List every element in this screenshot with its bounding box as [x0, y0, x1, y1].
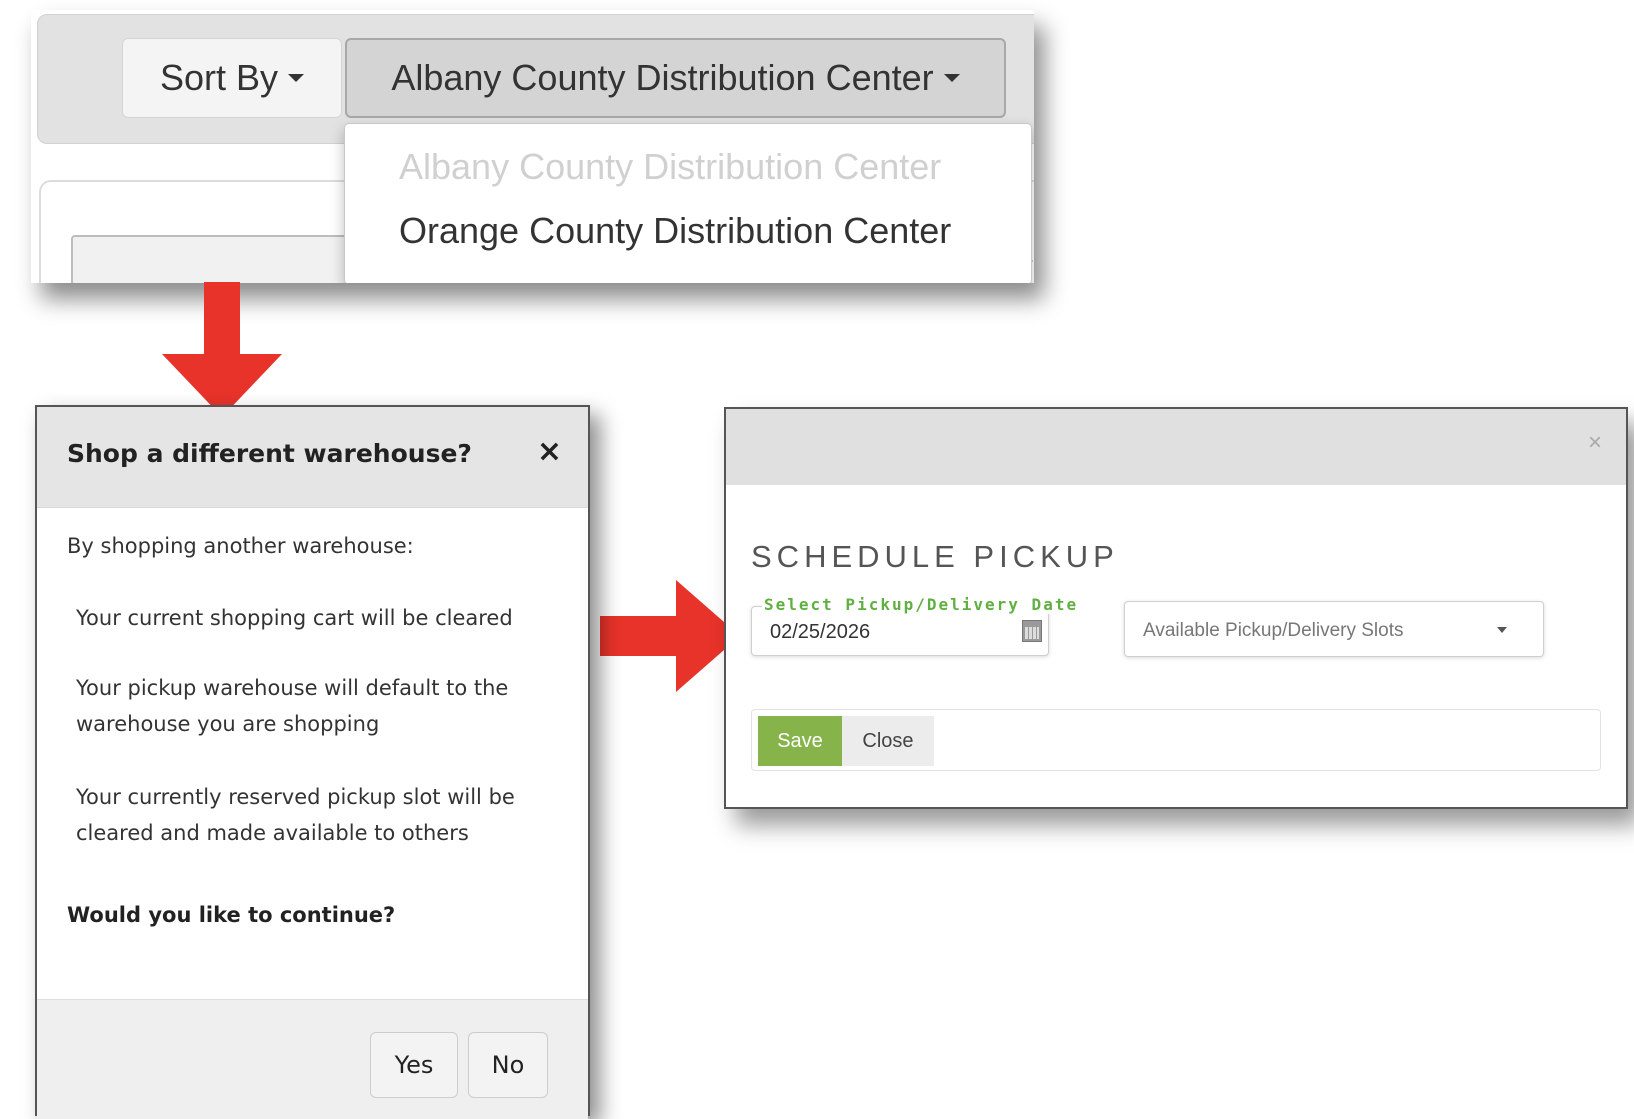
modal-footer: Yes No: [37, 999, 588, 1119]
no-button[interactable]: No: [468, 1032, 548, 1098]
dropdown-item-orange[interactable]: Orange County Distribution Center: [399, 210, 951, 252]
modal-question: Would you like to continue?: [67, 903, 396, 927]
dropdown-item-albany: Albany County Distribution Center: [399, 146, 942, 187]
arrow-right-shape: [600, 580, 740, 692]
date-field-label: Select Pickup/Delivery Date: [762, 595, 1081, 614]
pickup-date-field[interactable]: Select Pickup/Delivery Date 02/25/2026: [751, 595, 1081, 656]
modal-point-1: Your current shopping cart will be clear…: [76, 606, 513, 630]
caret-down-icon: [288, 74, 305, 82]
warehouse-selector-panel: s Sort By Albany County Distribution Cen…: [31, 10, 1034, 283]
modal-intro: By shopping another warehouse:: [67, 534, 414, 558]
arrow-down-icon: [162, 282, 282, 417]
close-icon[interactable]: ×: [1588, 431, 1602, 455]
location-dropdown-menu: Albany County Distribution Center Orange…: [344, 123, 1032, 283]
change-warehouse-modal: Shop a different warehouse? × By shoppin…: [35, 405, 590, 1119]
schedule-pickup-modal: × SCHEDULE PICKUP Select Pickup/Delivery…: [724, 407, 1628, 809]
calendar-icon[interactable]: [1022, 620, 1042, 642]
modal-point-3: Your currently reserved pickup slot will…: [76, 785, 515, 845]
slot-placeholder: Available Pickup/Delivery Slots: [1143, 620, 1404, 641]
modal-point-2: Your pickup warehouse will default to th…: [76, 676, 509, 736]
modal-title: Shop a different warehouse?: [67, 439, 472, 468]
modal-footer: Save Close: [751, 709, 1601, 771]
caret-down-icon: [943, 74, 960, 82]
modal-header: Shop a different warehouse? ×: [37, 407, 588, 508]
location-dropdown-button[interactable]: Albany County Distribution Center: [345, 38, 1006, 118]
location-label: Albany County Distribution Center: [391, 57, 934, 98]
arrow-down-shape: [162, 282, 282, 417]
modal-header: ×: [726, 409, 1626, 485]
close-button[interactable]: Close: [842, 716, 934, 766]
pickup-slot-select[interactable]: Available Pickup/Delivery Slots: [1124, 601, 1544, 657]
arrow-right-icon: [600, 580, 740, 692]
sort-by-button[interactable]: Sort By: [122, 38, 342, 118]
save-button[interactable]: Save: [758, 716, 842, 766]
date-value: 02/25/2026: [770, 621, 871, 643]
yes-button[interactable]: Yes: [370, 1032, 458, 1098]
modal-title: SCHEDULE PICKUP: [751, 539, 1119, 574]
chevron-down-icon: [1497, 627, 1507, 633]
sort-by-label: Sort By: [159, 57, 279, 98]
close-icon[interactable]: ×: [537, 437, 562, 467]
